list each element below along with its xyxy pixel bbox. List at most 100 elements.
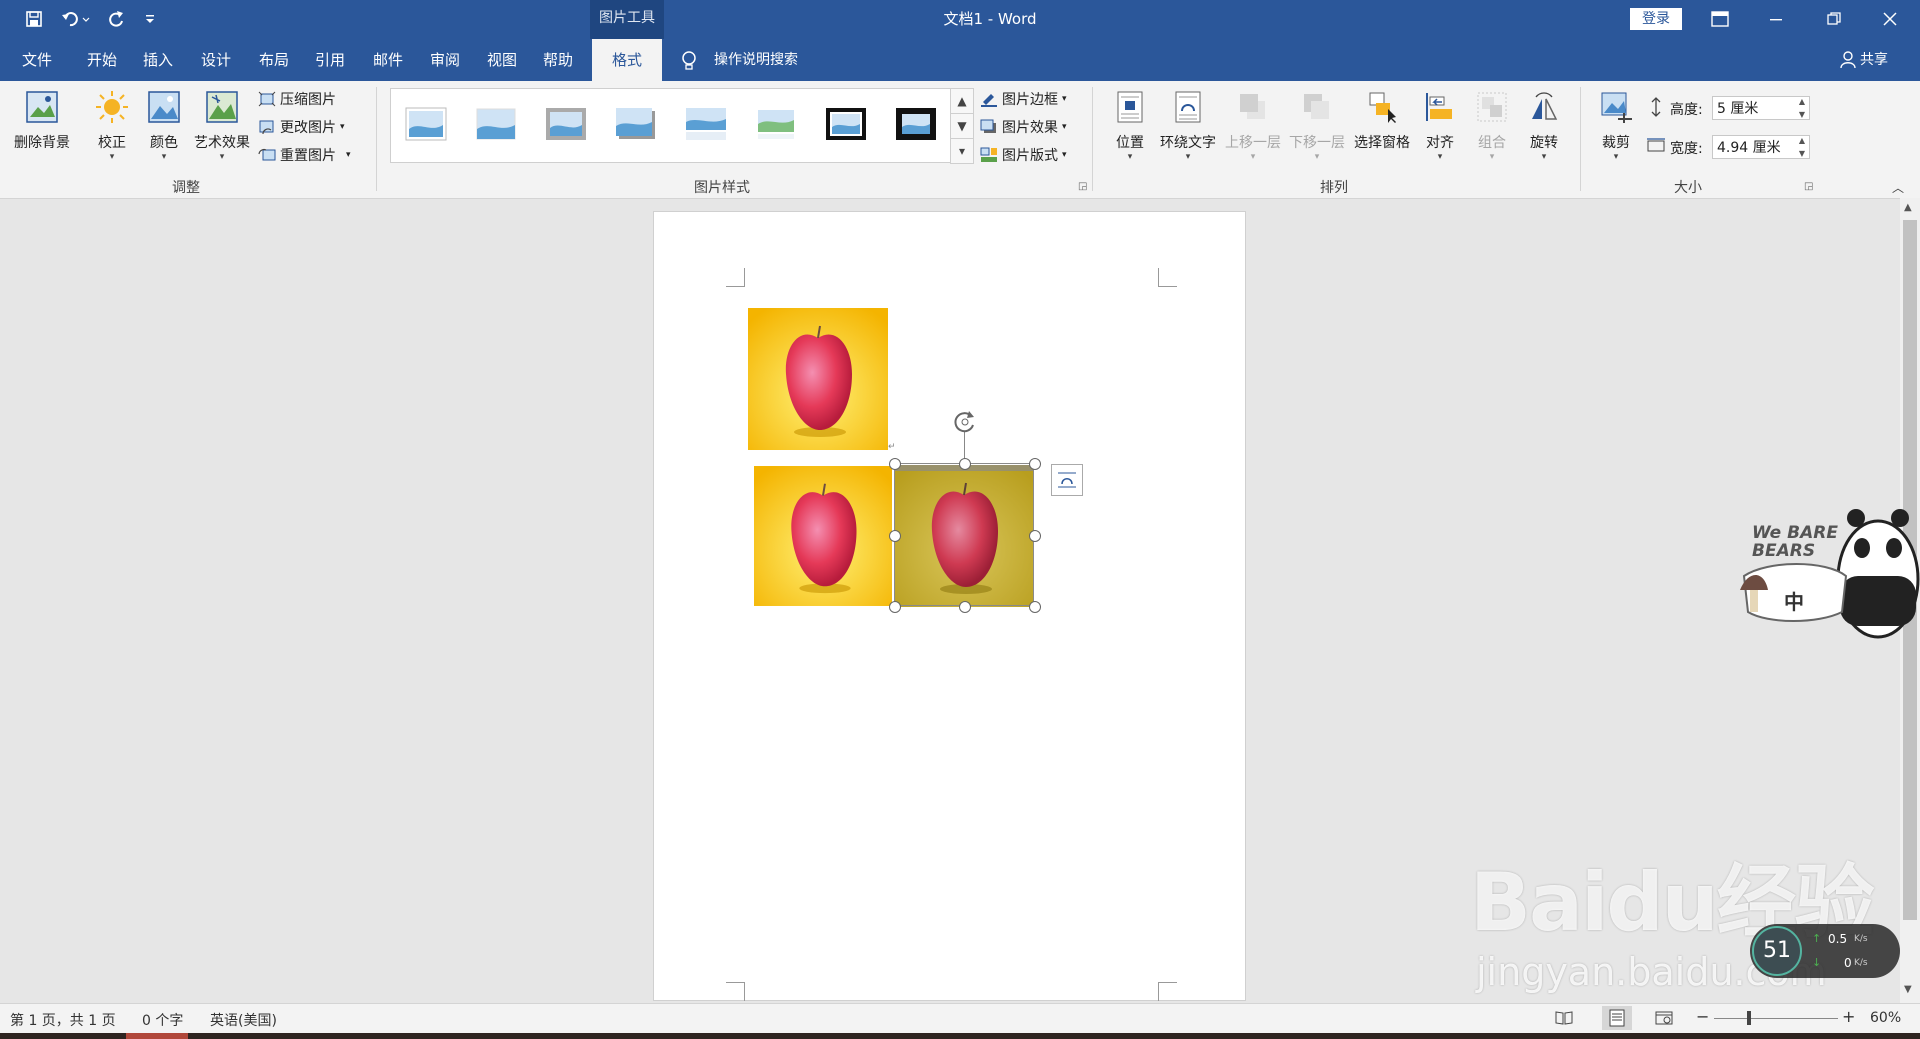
compress-icon (258, 91, 276, 107)
zoom-slider-thumb[interactable] (1747, 1011, 1751, 1025)
style-thumb-thick-black-frame[interactable] (895, 107, 937, 141)
height-input[interactable]: 5 厘米 ▲ ▼ (1712, 96, 1810, 120)
rotate-button[interactable]: 旋转 ▾ (1520, 89, 1568, 162)
group-objects-icon (1477, 92, 1507, 122)
tab-design[interactable]: 设计 (190, 39, 242, 81)
adjust-group-label: 调整 (172, 180, 200, 196)
scroll-down-icon[interactable]: ▼ (1904, 984, 1912, 995)
document-page[interactable]: ↵ (653, 211, 1246, 1001)
apple-image-1[interactable] (748, 308, 888, 450)
crop-button[interactable]: 裁剪 ▾ (1592, 89, 1640, 162)
resize-handle-top-left[interactable] (889, 458, 901, 470)
style-thumb-soft-edge[interactable] (475, 107, 517, 141)
picture-styles-launcher-icon[interactable]: ◲ (1078, 181, 1087, 192)
tab-references[interactable]: 引用 (304, 39, 356, 81)
style-thumb-black-frame[interactable] (825, 107, 867, 141)
send-backward-label: 下移一层 (1289, 135, 1345, 151)
selection-pane-label: 选择窗格 (1354, 135, 1410, 151)
bring-forward-icon (1240, 94, 1265, 119)
selection-pane-button[interactable]: 选择窗格 (1350, 89, 1414, 152)
artistic-effects-button[interactable]: 艺术效果 ▾ (190, 89, 254, 162)
gallery-scroll-up-icon[interactable]: ▲ (950, 88, 974, 114)
style-thumb-simple-frame[interactable] (405, 107, 447, 141)
sun-icon (96, 91, 128, 123)
picture-border-button[interactable]: 图片边框 ▾ (980, 89, 1067, 109)
send-backward-icon (1304, 94, 1329, 119)
ribbon-display-options-icon[interactable] (1706, 6, 1734, 32)
paragraph-mark: ↵ (888, 442, 896, 452)
crop-icon (1601, 92, 1632, 123)
gallery-scroll-down-icon[interactable]: ▼ (950, 113, 974, 139)
picture-styles-gallery[interactable] (390, 88, 952, 163)
tab-home[interactable]: 开始 (76, 39, 128, 81)
tab-format[interactable]: 格式 (592, 39, 662, 81)
tell-me-search[interactable]: 操作说明搜索 (714, 39, 798, 81)
picture-effects-button[interactable]: 图片效果 ▾ (980, 117, 1067, 137)
tab-view[interactable]: 视图 (476, 39, 528, 81)
tab-file[interactable]: 文件 (10, 39, 64, 81)
read-mode-icon[interactable] (1555, 1010, 1573, 1030)
group-objects-button[interactable]: 组合 ▾ (1468, 89, 1516, 162)
resize-handle-bottom-right[interactable] (1029, 601, 1041, 613)
language-indicator[interactable]: 英语(美国) (210, 1010, 277, 1030)
style-thumb-metal-frame[interactable] (545, 107, 587, 141)
taskbar-active-app[interactable] (126, 1033, 188, 1039)
apple-image-2[interactable] (754, 465, 892, 607)
reset-picture-button[interactable]: 重置图片 ▾ (258, 145, 351, 165)
resize-handle-bottom[interactable] (959, 601, 971, 613)
minimize-icon[interactable] (1762, 6, 1790, 32)
tab-mailings[interactable]: 邮件 (362, 39, 414, 81)
zoom-in-button[interactable]: + (1842, 1007, 1855, 1026)
scroll-up-icon[interactable]: ▲ (1904, 202, 1912, 213)
customize-qat-icon[interactable] (136, 6, 164, 32)
rotate-handle-icon[interactable] (951, 408, 979, 436)
wrap-text-button[interactable]: 环绕文字 ▾ (1156, 89, 1220, 162)
width-label: 宽度: (1670, 141, 1703, 157)
style-thumb-drop-shadow[interactable] (615, 107, 657, 141)
ribbon-tabs: 文件 开始 插入 设计 布局 引用 邮件 审阅 视图 帮助 格式 操作说明搜索 … (0, 39, 1920, 81)
resize-handle-top[interactable] (959, 458, 971, 470)
size-launcher-icon[interactable]: ◲ (1804, 181, 1813, 192)
tab-layout[interactable]: 布局 (248, 39, 300, 81)
zoom-level[interactable]: 60% (1870, 1010, 1901, 1026)
collapse-ribbon-icon[interactable]: ︿ (1892, 179, 1904, 196)
send-backward-button[interactable]: 下移一层 ▾ (1286, 89, 1348, 162)
corrections-button[interactable]: 校正 ▾ (88, 89, 136, 162)
save-icon[interactable] (20, 6, 48, 32)
resize-handle-left[interactable] (889, 530, 901, 542)
undo-icon[interactable] (58, 6, 94, 32)
word-count[interactable]: 0 个字 (142, 1010, 183, 1030)
tab-review[interactable]: 审阅 (419, 39, 471, 81)
print-layout-icon[interactable] (1602, 1006, 1632, 1030)
network-speed-widget[interactable]: 51 0.5 K/s ↑ 0 K/s ↓ (1750, 924, 1900, 978)
color-button[interactable]: 颜色 ▾ (140, 89, 188, 162)
position-button[interactable]: 位置 ▾ (1106, 89, 1154, 162)
remove-background-button[interactable]: 删除背景 (8, 89, 76, 152)
picture-layout-button[interactable]: 图片版式 ▾ (980, 145, 1067, 165)
align-button[interactable]: 对齐 ▾ (1416, 89, 1464, 162)
tab-help[interactable]: 帮助 (532, 39, 584, 81)
style-thumb-soft-reflection[interactable] (755, 107, 797, 141)
layout-options-button[interactable] (1051, 464, 1083, 496)
share-button[interactable]: 共享 (1860, 39, 1888, 81)
tab-insert[interactable]: 插入 (132, 39, 184, 81)
login-button[interactable]: 登录 (1630, 8, 1682, 30)
width-input[interactable]: 4.94 厘米 ▲ ▼ (1712, 135, 1810, 159)
upload-arrow-icon: ↑ (1812, 932, 1822, 945)
redo-icon[interactable] (102, 6, 130, 32)
resize-handle-right[interactable] (1029, 530, 1041, 542)
close-icon[interactable] (1876, 6, 1904, 32)
bring-forward-button[interactable]: 上移一层 ▾ (1222, 89, 1284, 162)
resize-handle-top-right[interactable] (1029, 458, 1041, 470)
gallery-more-icon[interactable]: ▾ (950, 138, 974, 164)
change-picture-button[interactable]: 更改图片 ▾ (258, 117, 345, 137)
resize-handle-bottom-left[interactable] (889, 601, 901, 613)
web-layout-icon[interactable] (1655, 1010, 1673, 1030)
width-value: 4.94 厘米 (1717, 140, 1781, 156)
page-count[interactable]: 第 1 页，共 1 页 (10, 1010, 116, 1030)
style-thumb-reflected[interactable] (685, 107, 727, 141)
restore-icon[interactable] (1820, 6, 1848, 32)
zoom-out-button[interactable]: − (1696, 1007, 1709, 1026)
zoom-slider[interactable] (1714, 1018, 1838, 1019)
compress-pictures-button[interactable]: 压缩图片 (258, 89, 336, 109)
